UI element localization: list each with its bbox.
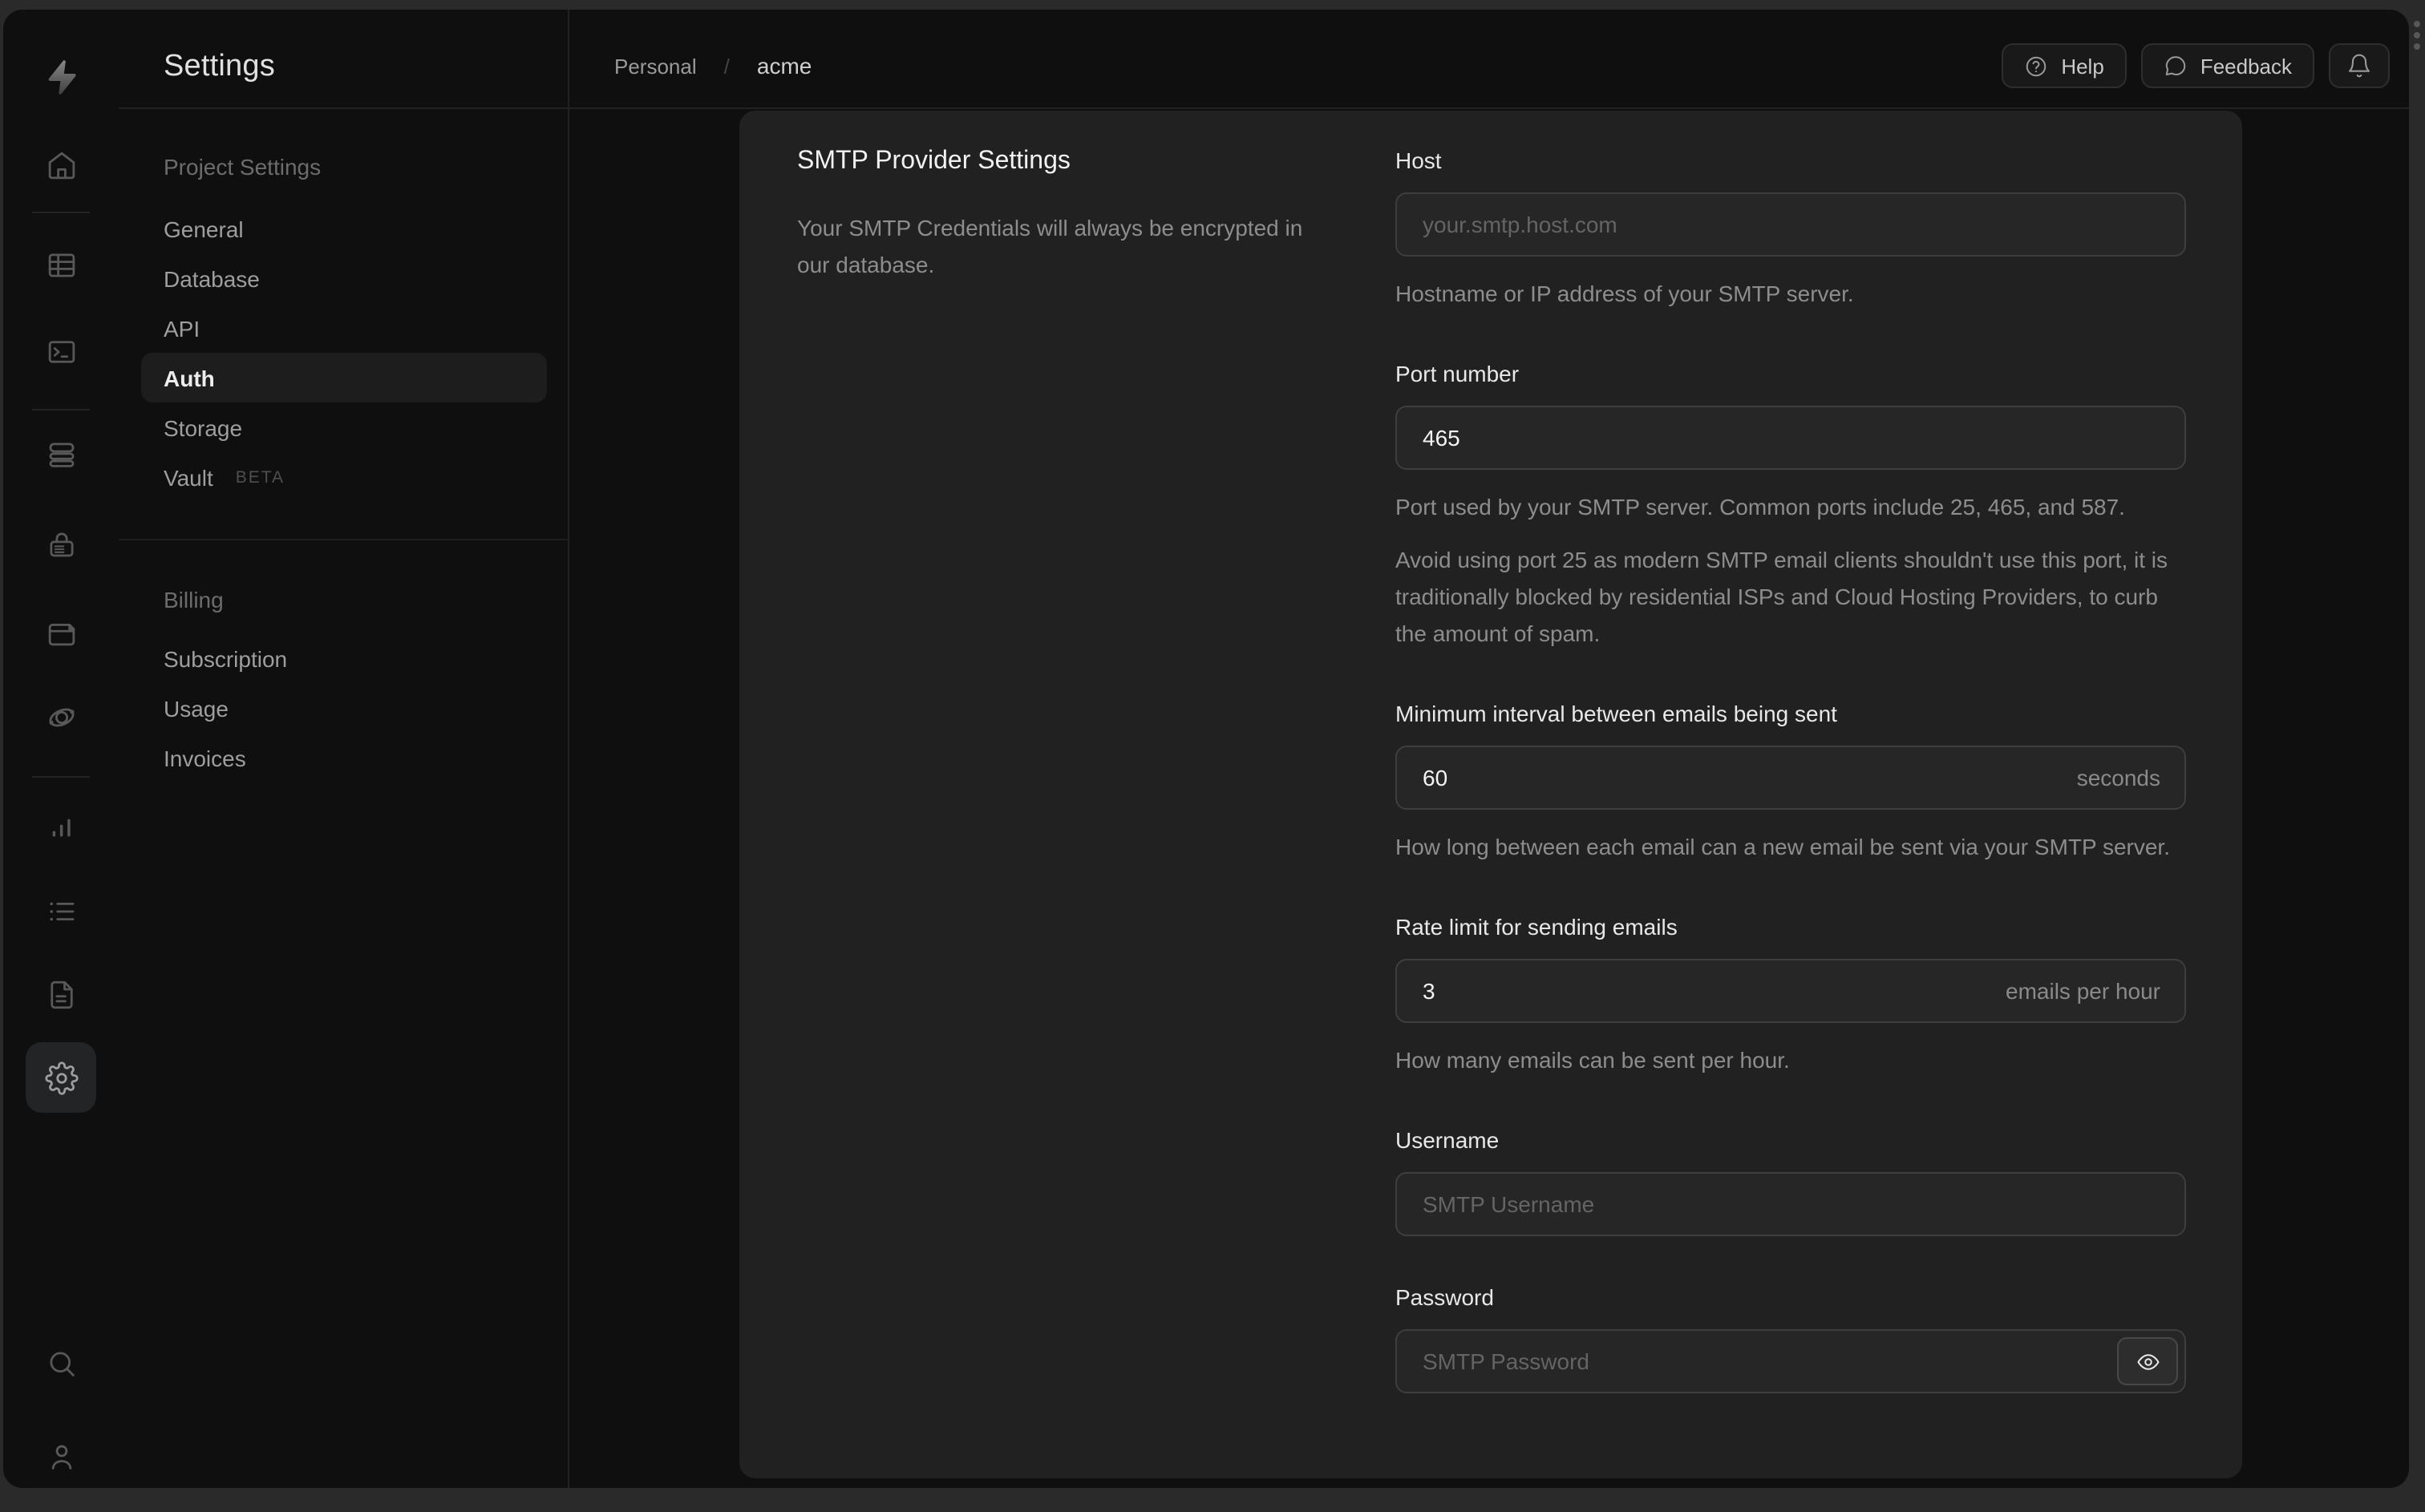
toggle-password-visibility-button[interactable] (2117, 1337, 2178, 1385)
rail-item-docs[interactable] (26, 959, 96, 1029)
rail-item-edge-functions[interactable] (26, 681, 96, 752)
scrollbar-thumb[interactable] (2414, 21, 2420, 50)
main-area: Personal / acme Help Feedback SMTP Provi… (569, 10, 2409, 1488)
gear-icon (44, 1061, 78, 1094)
home-icon (47, 151, 75, 179)
table-editor-icon (47, 253, 75, 277)
sidebar-title: Settings (119, 10, 568, 109)
port-label: Port number (1395, 361, 1520, 386)
feedback-button[interactable]: Feedback (2140, 43, 2314, 88)
password-label: Password (1395, 1284, 1494, 1310)
smtp-settings-card: SMTP Provider Settings Your SMTP Credent… (739, 111, 2242, 1478)
database-icon (48, 442, 74, 467)
sidebar-item-usage[interactable]: Usage (141, 683, 547, 733)
rail-item-storage[interactable] (26, 596, 96, 667)
rail-item-database[interactable] (26, 418, 96, 489)
notifications-button[interactable] (2329, 43, 2390, 88)
sidebar-item-subscription[interactable]: Subscription (141, 633, 547, 683)
breadcrumb-project[interactable]: acme (757, 53, 812, 79)
host-group: Host Hostname or IP address of your SMTP… (1395, 148, 2186, 313)
sidebar-item-auth[interactable]: Auth (141, 353, 547, 402)
app-window: Settings Project Settings General Databa… (3, 10, 2409, 1488)
interval-group: Minimum interval between emails being se… (1395, 701, 2186, 866)
rail-item-user[interactable] (26, 1421, 96, 1488)
supabase-logo[interactable] (26, 42, 96, 112)
username-group: Username (1395, 1127, 2186, 1236)
sidebar-item-general[interactable]: General (141, 204, 547, 253)
edge-functions-icon (48, 707, 74, 726)
password-input[interactable] (1395, 1329, 2186, 1393)
terminal-icon (47, 340, 75, 362)
username-label: Username (1395, 1127, 1500, 1153)
rail-divider (32, 212, 90, 213)
username-input[interactable] (1395, 1172, 2186, 1236)
smtp-form: Host Hostname or IP address of your SMTP… (1395, 148, 2186, 1478)
rate-label: Rate limit for sending emails (1395, 914, 1678, 940)
sidebar-section-project-settings: Project Settings (164, 154, 322, 180)
port-input[interactable] (1395, 406, 2186, 470)
feedback-bubble-icon (2165, 55, 2186, 75)
port-help-secondary: Avoid using port 25 as modern SMTP email… (1395, 547, 2168, 646)
rail-item-reports[interactable] (26, 792, 96, 863)
rail-item-logs[interactable] (26, 875, 96, 946)
lock-icon (49, 532, 73, 556)
sidebar-section-billing: Billing (164, 587, 224, 612)
rail-item-home[interactable] (26, 130, 96, 200)
port-group: Port number Port used by your SMTP serve… (1395, 361, 2186, 653)
help-button[interactable]: Help (2002, 43, 2127, 88)
host-label: Host (1395, 148, 1442, 173)
rate-input[interactable] (1395, 959, 2186, 1023)
supabase-logo-icon (48, 60, 76, 95)
storage-folder-icon (47, 622, 75, 645)
beta-badge: BETA (235, 467, 285, 487)
rail-divider (32, 409, 90, 410)
document-icon (50, 980, 72, 1009)
help-circle-icon (2026, 55, 2046, 76)
section-intro: SMTP Provider Settings Your SMTP Credent… (797, 148, 1339, 1478)
interval-input[interactable] (1395, 746, 2186, 810)
rail-item-settings[interactable] (26, 1042, 96, 1113)
rate-group: Rate limit for sending emails emails per… (1395, 914, 2186, 1079)
section-description: Your SMTP Credentials will always be enc… (797, 215, 1303, 277)
sidebar-item-storage[interactable]: Storage (141, 402, 547, 452)
section-title: SMTP Provider Settings (797, 148, 1071, 175)
rail-item-auth[interactable] (26, 508, 96, 579)
interval-label: Minimum interval between emails being se… (1395, 701, 1837, 726)
feedback-button-label: Feedback (2200, 54, 2292, 78)
sidebar-item-database[interactable]: Database (141, 253, 547, 303)
logs-list-icon (49, 901, 74, 920)
sidebar-item-api[interactable]: API (141, 303, 547, 353)
port-help: Port used by your SMTP server. Common po… (1395, 494, 2125, 519)
project-settings-items: General Database API Auth Storage Vault … (119, 204, 568, 502)
content-body: SMTP Provider Settings Your SMTP Credent… (569, 109, 2409, 1488)
help-button-label: Help (2061, 54, 2104, 78)
bar-chart-icon (51, 818, 70, 836)
topbar: Personal / acme Help Feedback (569, 10, 2409, 109)
screen: Settings Project Settings General Databa… (0, 0, 2425, 1512)
breadcrumb-org[interactable]: Personal (614, 54, 697, 78)
bell-icon (2348, 54, 2370, 78)
sidebar-item-invoices[interactable]: Invoices (141, 733, 547, 782)
host-input[interactable] (1395, 192, 2186, 257)
eye-icon (2136, 1353, 2159, 1369)
rail-item-table-editor[interactable] (26, 229, 96, 300)
rail-item-search[interactable] (26, 1328, 96, 1398)
topbar-actions: Help Feedback (2002, 43, 2390, 88)
settings-sidebar: Settings Project Settings General Databa… (119, 10, 569, 1488)
rail-divider (32, 776, 90, 778)
billing-items: Subscription Usage Invoices (119, 633, 568, 782)
search-icon (49, 1351, 74, 1376)
breadcrumb-separator: / (723, 54, 730, 78)
rate-help: How many emails can be sent per hour. (1395, 1047, 1790, 1073)
user-icon (51, 1444, 71, 1469)
sidebar-item-vault[interactable]: Vault BETA (141, 452, 547, 502)
rail-item-sql-editor[interactable] (26, 316, 96, 386)
password-group: Password (1395, 1284, 2186, 1393)
sidebar-divider (119, 539, 568, 540)
icon-rail (3, 10, 119, 1488)
host-help: Hostname or IP address of your SMTP serv… (1395, 281, 1854, 306)
interval-help: How long between each email can a new em… (1395, 834, 2170, 859)
